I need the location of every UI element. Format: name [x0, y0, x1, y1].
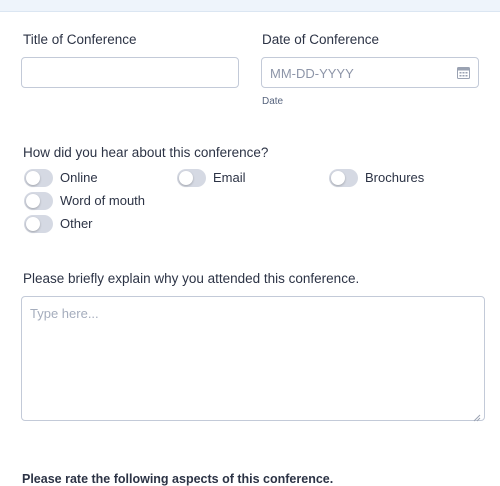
toggle-knob — [26, 217, 40, 231]
toggle-knob — [26, 194, 40, 208]
explain-textarea[interactable]: Type here... — [21, 296, 485, 422]
date-placeholder: MM-DD-YYYY — [270, 66, 354, 81]
explain-question: Please briefly explain why you attended … — [23, 271, 360, 286]
toggle-switch[interactable] — [24, 192, 53, 210]
resize-handle-icon[interactable] — [473, 409, 481, 422]
date-label: Date of Conference — [262, 32, 380, 47]
calendar-icon[interactable] — [457, 66, 470, 79]
heard-question: How did you hear about this conference? — [23, 145, 269, 160]
option-label: Other — [60, 216, 93, 231]
textarea-placeholder: Type here... — [30, 306, 99, 321]
option-label: Brochures — [365, 170, 425, 185]
date-input[interactable]: MM-DD-YYYY — [261, 57, 479, 88]
title-label: Title of Conference — [23, 32, 137, 47]
option-label: Email — [213, 170, 246, 185]
option-label: Word of mouth — [60, 193, 146, 208]
toggle-switch[interactable] — [177, 169, 206, 187]
toggle-knob — [179, 171, 193, 185]
option-label: Online — [60, 170, 98, 185]
header-strip — [0, 0, 500, 12]
toggle-switch[interactable] — [24, 215, 53, 233]
toggle-switch[interactable] — [329, 169, 358, 187]
toggle-switch[interactable] — [24, 169, 53, 187]
toggle-knob — [331, 171, 345, 185]
toggle-knob — [26, 171, 40, 185]
date-sublabel: Date — [262, 96, 284, 107]
title-input[interactable] — [21, 57, 239, 88]
